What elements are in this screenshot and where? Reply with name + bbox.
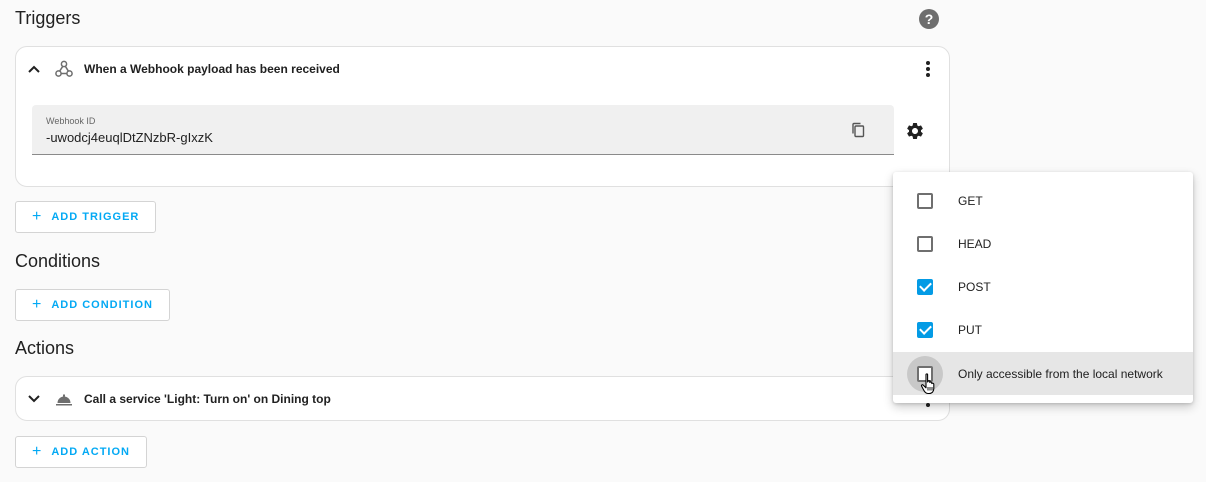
- webhook-options-menu: GET HEAD POST PUT Only accessible from t…: [893, 172, 1193, 403]
- get-checkbox[interactable]: [917, 192, 933, 209]
- add-trigger-button[interactable]: + ADD TRIGGER: [15, 201, 157, 233]
- menu-item-label: PUT: [958, 322, 982, 337]
- webhook-id-value[interactable]: -uwodcj4euqlDtZNzbR-gIxzK: [46, 130, 213, 145]
- plus-icon: +: [32, 296, 43, 313]
- webhook-id-field[interactable]: Webhook ID -uwodcj4euqlDtZNzbR-gIxzK: [32, 105, 894, 155]
- action-card-header[interactable]: Call a service 'Light: Turn on' on Dinin…: [16, 377, 949, 421]
- help-icon[interactable]: ?: [919, 9, 939, 29]
- menu-item-local-only[interactable]: Only accessible from the local network: [893, 352, 1193, 395]
- menu-item-label: POST: [958, 279, 991, 294]
- more-vert-icon[interactable]: [921, 59, 935, 79]
- triggers-heading: Triggers: [15, 8, 81, 28]
- hand-pointer-cursor-icon: [920, 373, 938, 395]
- action-card: Call a service 'Light: Turn on' on Dinin…: [15, 376, 950, 421]
- plus-icon: +: [32, 208, 43, 225]
- add-trigger-label: ADD TRIGGER: [51, 211, 140, 223]
- webhook-id-label: Webhook ID: [46, 116, 96, 126]
- trigger-card-header[interactable]: When a Webhook payload has been received: [16, 47, 949, 91]
- plus-icon: +: [32, 443, 43, 460]
- menu-item-label: GET: [958, 193, 983, 208]
- chevron-down-icon[interactable]: [26, 391, 42, 407]
- menu-item-label: HEAD: [958, 236, 992, 251]
- add-action-button[interactable]: + ADD ACTION: [15, 436, 147, 468]
- service-bell-icon: [53, 388, 75, 410]
- trigger-card-title: When a Webhook payload has been received: [84, 62, 340, 76]
- conditions-heading: Conditions: [15, 251, 101, 271]
- put-checkbox[interactable]: [917, 321, 933, 338]
- chevron-up-icon[interactable]: [26, 61, 42, 77]
- copy-icon[interactable]: [850, 122, 866, 138]
- post-checkbox[interactable]: [917, 278, 933, 295]
- menu-item-head[interactable]: HEAD: [893, 222, 1193, 265]
- menu-item-label: Only accessible from the local network: [958, 366, 1163, 381]
- gear-icon[interactable]: [905, 121, 925, 141]
- actions-heading: Actions: [15, 338, 75, 358]
- add-condition-label: ADD CONDITION: [51, 299, 153, 311]
- menu-item-post[interactable]: POST: [893, 265, 1193, 308]
- action-card-title: Call a service 'Light: Turn on' on Dinin…: [84, 392, 331, 406]
- head-checkbox[interactable]: [917, 235, 933, 252]
- trigger-card: When a Webhook payload has been received…: [15, 46, 950, 187]
- menu-item-get[interactable]: GET: [893, 179, 1193, 222]
- add-condition-button[interactable]: + ADD CONDITION: [15, 289, 170, 321]
- add-action-label: ADD ACTION: [51, 446, 130, 458]
- menu-item-put[interactable]: PUT: [893, 308, 1193, 351]
- webhook-icon: [53, 58, 75, 80]
